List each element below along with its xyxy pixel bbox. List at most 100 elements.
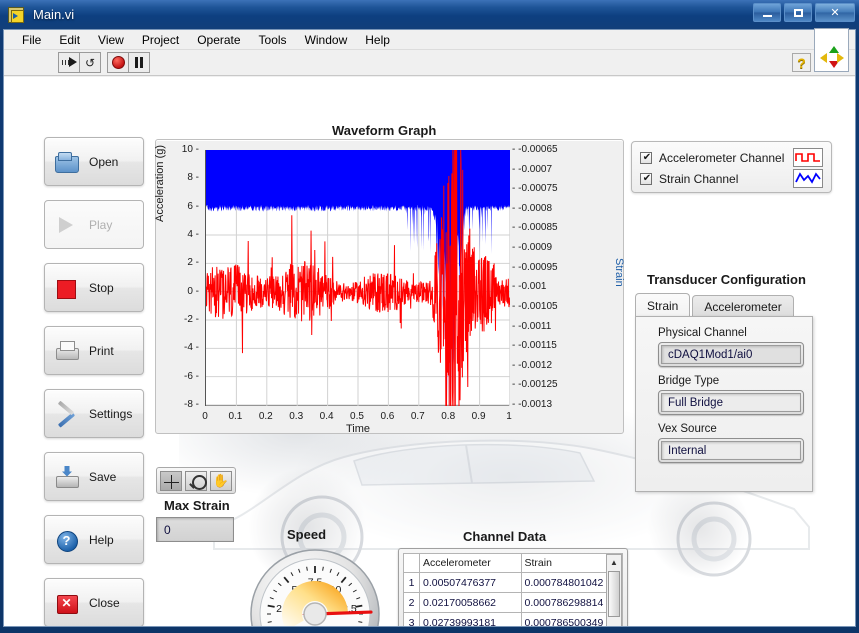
tab-accelerometer[interactable]: Accelerometer [692,295,793,317]
settings-button[interactable]: Settings [44,389,144,438]
y2-tick-label: - -0.00065 [512,144,558,155]
minimize-button[interactable] [753,3,781,22]
scroll-up-icon[interactable]: ▲ [610,555,618,569]
row-index-cell: 2 [404,593,420,613]
pause-button[interactable] [128,52,150,73]
transducer-tabs: Strain Accelerometer [635,293,813,317]
y2-tick-label: - -0.00095 [512,262,558,273]
table-scrollbar[interactable]: ▲ ▼ [606,554,622,626]
scrollbar-thumb[interactable] [608,571,620,617]
menu-item-help[interactable]: Help [356,31,399,49]
menu-item-operate[interactable]: Operate [188,31,249,49]
window-controls: ✕ [753,3,855,22]
waveform-graph-title: Waveform Graph [332,123,436,138]
channel-data-table[interactable]: Accelerometer Strain 10.005074763770.000… [398,548,628,626]
stop-button[interactable]: Stop [44,263,144,312]
strain-checkbox[interactable] [640,173,652,185]
menu-item-tools[interactable]: Tools [250,31,296,49]
accelerometer-plot-style-icon[interactable] [793,148,823,167]
legend-item-accelerometer[interactable]: Accelerometer Channel [640,147,823,168]
labview-window: Main.vi ✕ File Edit View Project Operate… [0,0,859,633]
y-tick-label: 0 - [187,286,199,297]
x-tick-label: 0 [191,411,219,422]
open-button-label: Open [89,155,118,169]
client-area: File Edit View Project Operate Tools Win… [3,29,856,627]
waveform-graph[interactable]: Acceleration (g) Strain Time 10 -8 -6 -4… [155,139,624,434]
y2-axis-label: Strain [613,258,625,287]
svg-text:15: 15 [337,625,349,627]
y2-tick-label: - -0.0012 [512,360,552,371]
y-axis-label: Acceleration (g) [154,145,166,222]
help-button[interactable]: Help [44,515,144,564]
magnifier-icon[interactable] [185,471,207,491]
row-index-cell: 3 [404,613,420,627]
accelerometer-cell[interactable]: 0.02739993181 [420,613,522,627]
abort-button[interactable] [107,52,129,73]
x-tick-label: 0.4 [313,411,341,422]
legend-item-strain[interactable]: Strain Channel [640,168,823,189]
play-button[interactable]: Play [44,200,144,249]
accelerometer-cell[interactable]: 0.00507476377 [420,573,522,593]
speed-label: Speed [287,527,326,542]
y-tick-label: 8 - [187,172,199,183]
table-row[interactable]: 30.027399931810.000786500349 [404,613,623,627]
menu-item-edit[interactable]: Edit [50,31,89,49]
plot-area[interactable] [205,150,509,406]
save-button[interactable]: Save [44,452,144,501]
y2-tick-label: - -0.00105 [512,301,558,312]
transducer-tab-content: Physical Channel cDAQ1Mod1/ai0 Bridge Ty… [635,316,813,492]
save-button-label: Save [89,470,116,484]
save-disk-icon [54,465,80,489]
run-continuously-button[interactable]: ↺ [79,52,101,73]
tools-icon [54,402,80,426]
stop-button-label: Stop [89,281,114,295]
y-tick-label: 2 - [187,257,199,268]
transducer-configuration-title: Transducer Configuration [647,272,806,287]
sidebar: Open Play Stop Print Settings [44,137,144,626]
run-group: ↺ [58,52,100,73]
tab-strain[interactable]: Strain [635,293,690,317]
open-button[interactable]: Open [44,137,144,186]
close-app-button[interactable]: Close [44,578,144,626]
vex-source-field[interactable]: Internal [658,438,804,463]
physical-channel-value: cDAQ1Mod1/ai0 [661,345,801,364]
accelerometer-checkbox[interactable] [640,152,652,164]
maximize-button[interactable] [784,3,812,22]
menu-item-file[interactable]: File [13,31,50,49]
x-tick-label: 0.9 [465,411,493,422]
menu-item-view[interactable]: View [89,31,133,49]
crosshair-icon[interactable] [160,471,182,491]
navigation-window-button[interactable] [814,28,849,72]
menu-item-window[interactable]: Window [296,31,357,49]
max-strain-value[interactable]: 0 [156,517,234,542]
speed-gauge[interactable]: 02.557.51012.515 [248,547,382,626]
stop-square-icon [54,276,80,300]
window-title: Main.vi [33,7,74,22]
close-button[interactable]: ✕ [815,3,855,22]
x-tick-label: 0.3 [282,411,310,422]
context-help-button[interactable]: ? [792,53,811,72]
physical-channel-field[interactable]: cDAQ1Mod1/ai0 [658,342,804,367]
accelerometer-cell[interactable]: 0.02170058662 [420,593,522,613]
x-tick-label: 0.7 [404,411,432,422]
menu-item-project[interactable]: Project [133,31,188,49]
strain-plot-style-icon[interactable] [793,169,823,188]
y2-tick-label: - -0.00075 [512,183,558,194]
strain-legend-label: Strain Channel [659,172,786,186]
run-continuously-icon: ↺ [85,57,95,69]
y2-tick-label: - -0.0013 [512,399,552,410]
hand-icon[interactable] [210,471,232,491]
minimize-icon [763,15,772,17]
run-button[interactable] [58,52,80,73]
navigation-diamond-icon [820,46,844,68]
x-tick-label: 0.2 [252,411,280,422]
column-header-accelerometer: Accelerometer [420,554,522,573]
plot-legend[interactable]: Accelerometer Channel Strain Channel [631,141,832,193]
maximize-icon [794,9,803,17]
bridge-type-field[interactable]: Full Bridge [658,390,804,415]
table-row[interactable]: 10.005074763770.000784801042 [404,573,623,593]
run-arrow-icon [62,57,77,68]
table-row[interactable]: 20.021700586620.000786298814 [404,593,623,613]
x-tick-label: 0.8 [434,411,462,422]
print-button[interactable]: Print [44,326,144,375]
